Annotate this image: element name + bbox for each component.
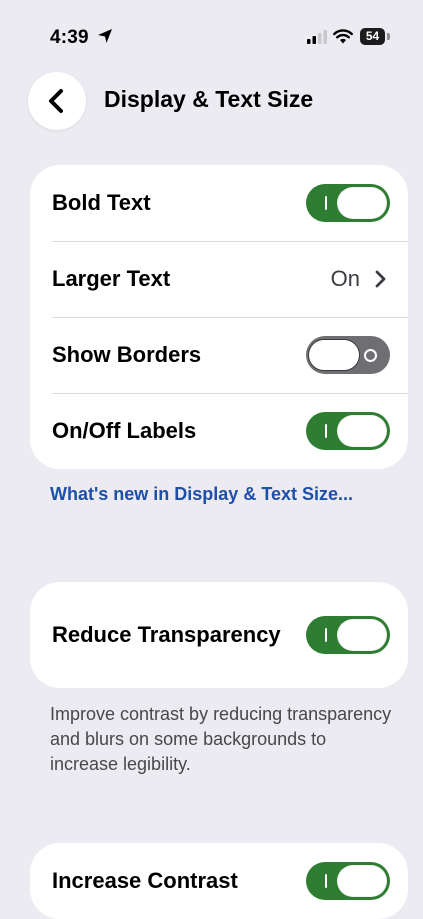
toggle-knob (308, 339, 360, 371)
row-label: Show Borders (52, 342, 202, 367)
row-label: Bold Text (52, 190, 151, 215)
row-label: Increase Contrast (52, 868, 238, 893)
cellular-signal-icon (307, 30, 327, 44)
chevron-left-icon (49, 89, 63, 113)
on-label-icon (325, 874, 327, 888)
toggle-knob (337, 619, 387, 651)
on-label-icon (325, 628, 327, 642)
on-off-labels-toggle[interactable] (306, 412, 390, 450)
row-label: Reduce Transparency (52, 622, 281, 647)
back-button[interactable] (28, 72, 86, 130)
increase-contrast-toggle[interactable] (306, 862, 390, 900)
bold-text-toggle[interactable] (306, 184, 390, 222)
row-bold-text[interactable]: Bold Text (30, 165, 408, 241)
transparency-description: Improve contrast by reducing transparenc… (50, 704, 392, 774)
whats-new-link[interactable]: What's new in Display & Text Size... (50, 480, 380, 508)
settings-group-transparency: Reduce Transparency (30, 582, 408, 688)
off-label-icon (364, 349, 377, 362)
wifi-icon (333, 29, 353, 44)
status-time: 4:39 (50, 27, 89, 48)
location-arrow-icon (98, 29, 112, 43)
settings-group-text: Bold Text Larger Text On Show Borders On… (30, 165, 408, 469)
page-title: Display & Text Size (104, 86, 314, 112)
row-show-borders[interactable]: Show Borders (30, 317, 408, 393)
on-label-icon (325, 196, 327, 210)
row-label: Larger Text (52, 266, 171, 291)
chevron-right-icon (375, 270, 386, 288)
navigation-bar: Display & Text Size (0, 72, 423, 132)
row-on-off-labels[interactable]: On/Off Labels (30, 393, 408, 469)
row-larger-text[interactable]: Larger Text On (30, 241, 408, 317)
battery-level: 54 (360, 28, 385, 45)
on-label-icon (325, 424, 327, 438)
reduce-transparency-toggle[interactable] (306, 616, 390, 654)
row-reduce-transparency[interactable]: Reduce Transparency (30, 582, 408, 688)
show-borders-toggle[interactable] (306, 336, 390, 374)
status-bar: 4:39 54 (0, 0, 423, 60)
battery-icon: 54 (360, 28, 392, 46)
row-label: On/Off Labels (52, 418, 197, 443)
toggle-knob (337, 187, 387, 219)
toggle-knob (337, 865, 387, 897)
larger-text-value: On (330, 266, 360, 291)
row-increase-contrast[interactable]: Increase Contrast (30, 843, 408, 919)
toggle-knob (337, 415, 387, 447)
settings-group-contrast: Increase Contrast (30, 843, 408, 919)
